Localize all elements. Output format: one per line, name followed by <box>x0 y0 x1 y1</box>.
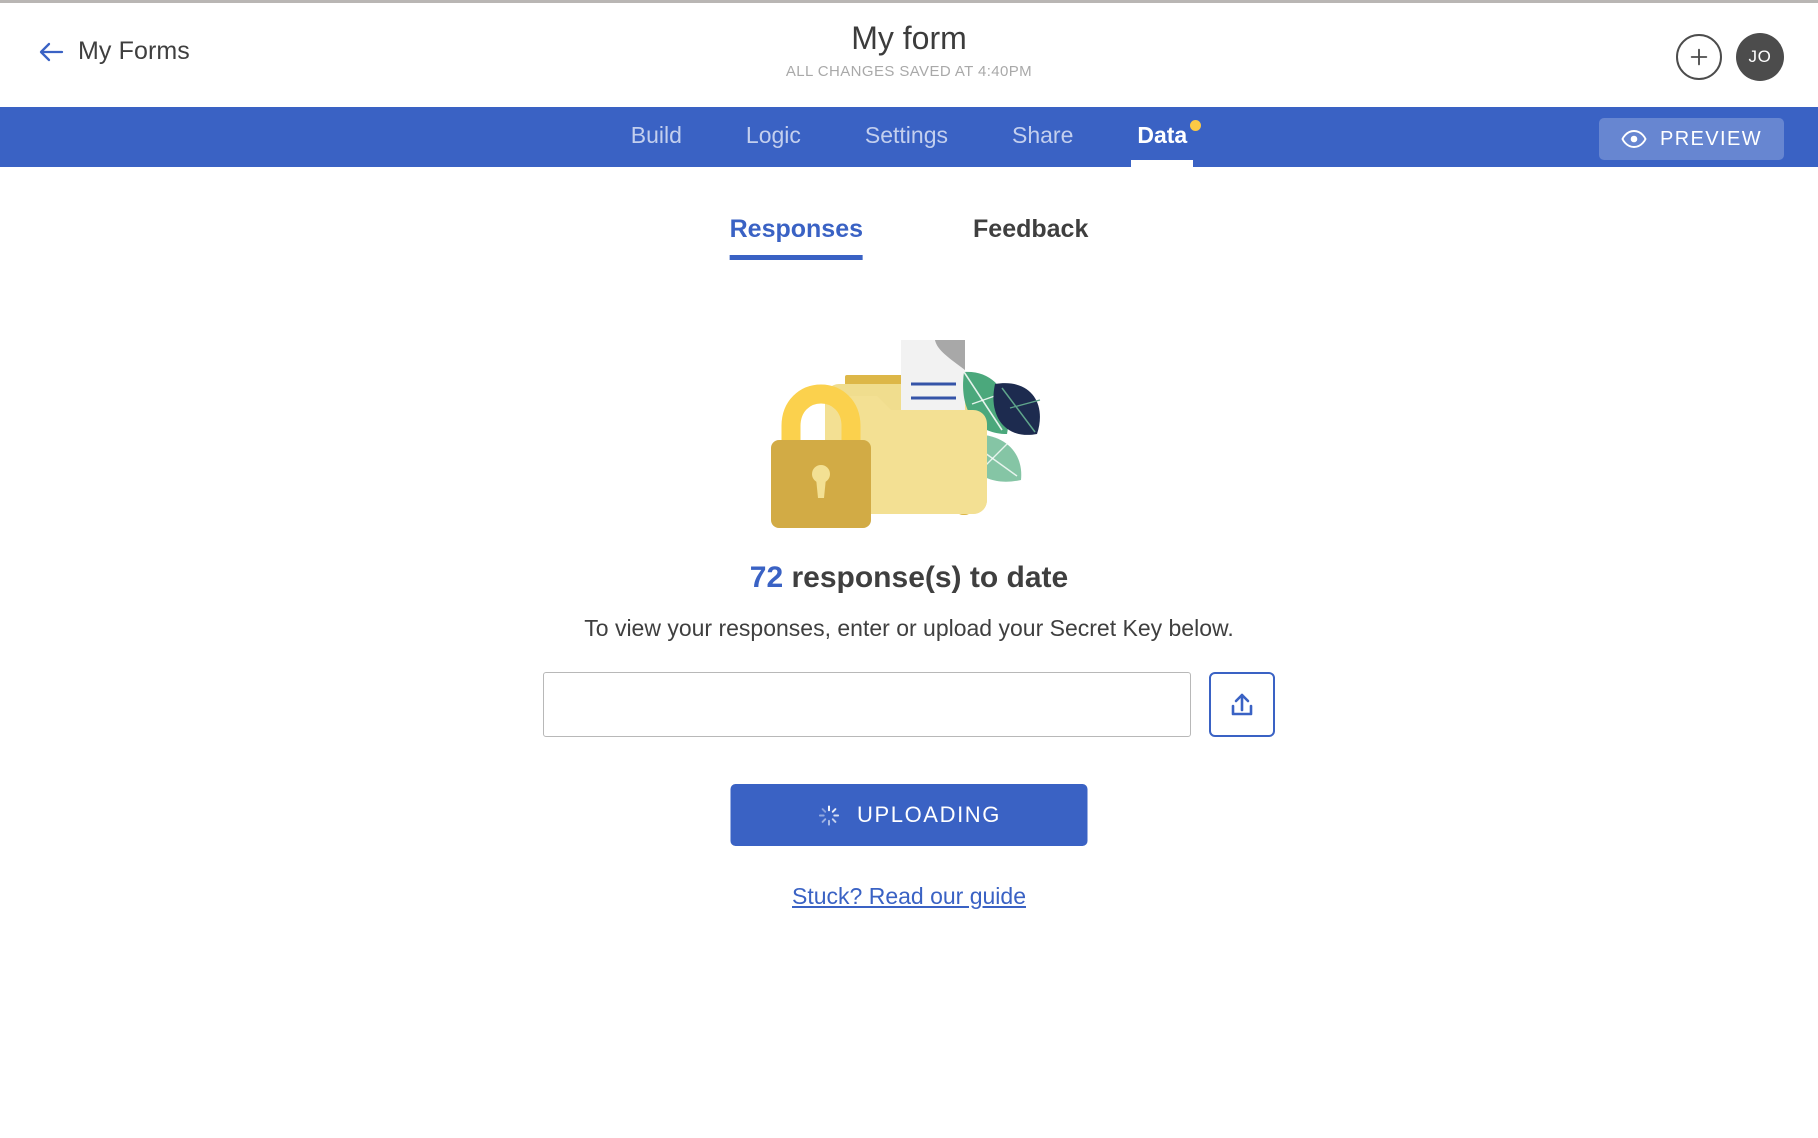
sub-tab-feedback[interactable]: Feedback <box>973 215 1088 260</box>
response-count-text: 72 response(s) to date <box>0 561 1818 595</box>
nav-tab-list: Build Logic Settings Share Data <box>0 107 1818 167</box>
secret-key-input[interactable] <box>543 672 1191 737</box>
sub-tab-responses[interactable]: Responses <box>729 215 864 260</box>
header-actions: JO <box>1676 33 1784 81</box>
upload-secret-key-button[interactable] <box>1209 672 1275 737</box>
nav-tab-logic-label: Logic <box>745 122 801 148</box>
nav-tab-settings-label: Settings <box>864 122 948 148</box>
locked-folder-illustration <box>759 322 1059 532</box>
nav-tab-build-label: Build <box>630 122 682 148</box>
plus-icon <box>1688 46 1710 68</box>
nav-tab-settings[interactable]: Settings <box>833 107 980 167</box>
preview-button[interactable]: PREVIEW <box>1598 118 1784 160</box>
nav-tab-logic[interactable]: Logic <box>714 107 833 167</box>
add-button[interactable] <box>1676 34 1722 80</box>
nav-tab-share[interactable]: Share <box>980 107 1105 167</box>
data-panel: Responses Feedback 72 response(s) to dat… <box>0 167 1818 1138</box>
nav-tab-data-label: Data <box>1137 122 1188 148</box>
uploading-button[interactable]: UPLOADING <box>730 784 1088 846</box>
sub-tab-feedback-label: Feedback <box>973 215 1089 243</box>
preview-label: PREVIEW <box>1659 127 1762 150</box>
spinner-icon <box>817 804 840 827</box>
response-count-number: 72 <box>749 561 784 594</box>
primary-nav-bar: Build Logic Settings Share Data PREVIEW <box>0 107 1818 167</box>
avatar[interactable]: JO <box>1736 33 1784 81</box>
sub-tab-responses-label: Responses <box>729 215 864 243</box>
uploading-label: UPLOADING <box>857 802 1001 827</box>
nav-tab-data[interactable]: Data <box>1105 107 1219 167</box>
read-guide-link[interactable]: Stuck? Read our guide <box>0 883 1818 910</box>
back-to-my-forms-button[interactable]: My Forms <box>38 37 190 66</box>
eye-icon <box>1621 130 1647 148</box>
save-status-text: ALL CHANGES SAVED AT 4:40PM <box>785 63 1033 80</box>
arrow-left-icon <box>38 39 64 65</box>
notification-dot-icon <box>1190 120 1202 131</box>
form-title-block: My form ALL CHANGES SAVED AT 4:40PM <box>559 17 1259 80</box>
nav-tab-build[interactable]: Build <box>599 107 714 167</box>
upload-icon <box>1227 690 1257 720</box>
instruction-text: To view your responses, enter or upload … <box>584 615 1234 641</box>
secret-key-row <box>543 672 1275 737</box>
page-title: My form <box>851 20 967 56</box>
response-count-suffix: response(s) to date <box>783 561 1069 594</box>
avatar-initials: JO <box>1748 47 1772 66</box>
read-guide-link-label: Stuck? Read our guide <box>792 883 1026 909</box>
nav-tab-share-label: Share <box>1012 122 1074 148</box>
top-header-bar: My Forms My form ALL CHANGES SAVED AT 4:… <box>0 0 1818 107</box>
data-sub-tab-list: Responses Feedback <box>729 215 1088 260</box>
back-label: My Forms <box>78 37 190 65</box>
